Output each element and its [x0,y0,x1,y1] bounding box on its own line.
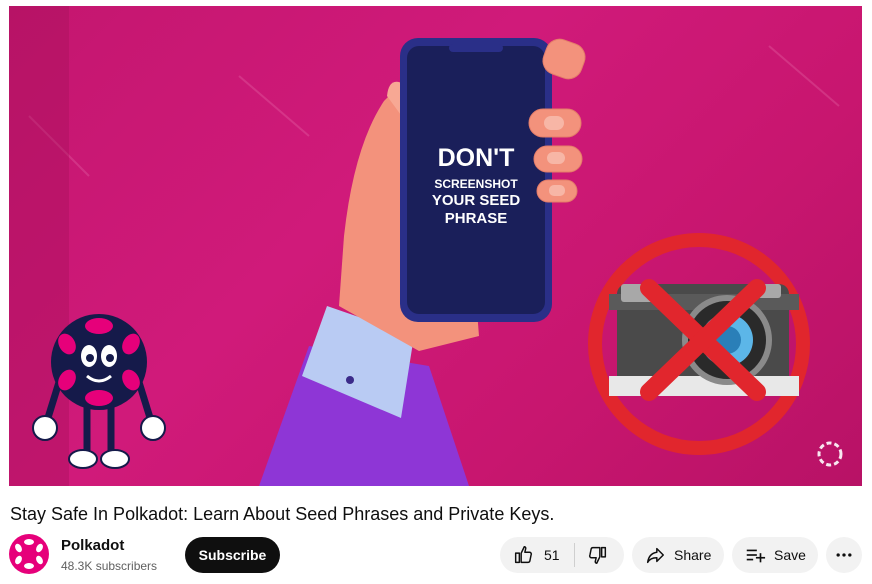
overlay-line-3: YOUR SEED [432,192,521,209]
channel-name[interactable]: Polkadot [61,537,124,554]
video-title: Stay Safe In Polkadot: Learn About Seed … [10,504,555,524]
save-icon [744,544,766,566]
dislike-icon [587,544,609,566]
no-camera-sign [588,233,810,455]
save-label: Save [774,547,806,563]
like-icon [512,544,534,566]
overlay-line-1: DON'T [438,144,515,172]
save-button[interactable]: Save [732,537,818,573]
more-actions-button[interactable] [826,537,862,573]
more-icon [834,545,854,565]
polkadot-watermark-icon [817,441,843,467]
share-label: Share [674,547,712,563]
channel-avatar[interactable] [9,534,49,574]
subscribe-button[interactable]: Subscribe [185,537,280,573]
like-count: 51 [544,547,560,563]
overlay-line-2: SCREENSHOT [434,177,518,191]
video-frame: DON'T SCREENSHOT YOUR SEED PHRASE [9,6,843,486]
like-dislike-group: 51 [500,537,624,573]
overlay-line-4: PHRASE [445,210,508,227]
dislike-button[interactable] [575,537,621,573]
subscriber-count: 48.3K subscribers [61,559,158,573]
share-icon [644,544,666,566]
like-button[interactable]: 51 [500,537,574,573]
polkadot-logo-icon [15,539,43,569]
share-button[interactable]: Share [632,537,724,573]
video-player[interactable]: DON'T SCREENSHOT YOUR SEED PHRASE [9,6,862,486]
